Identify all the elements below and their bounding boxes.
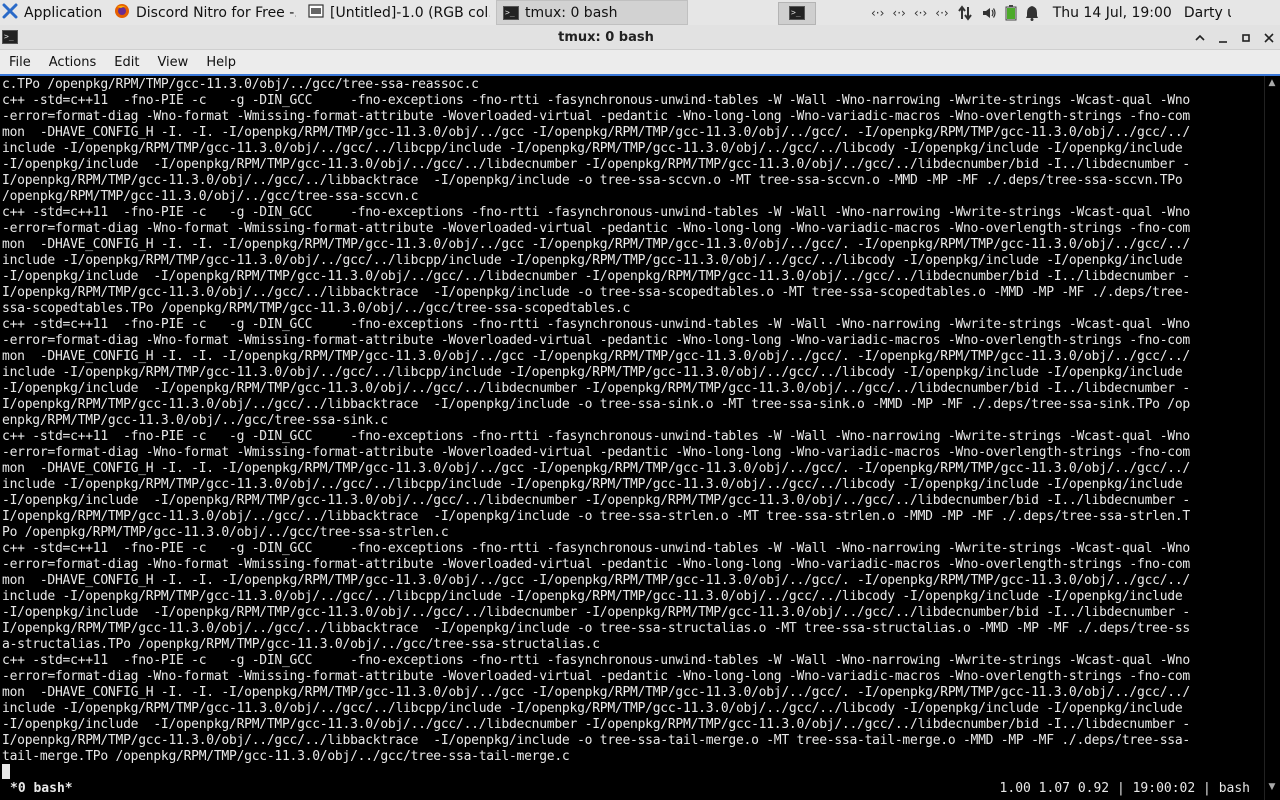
terminal-line: a-structalias.TPo /openpkg/RPM/TMP/gcc-1… [2,637,600,652]
taskbar-item-gimp[interactable]: [Untitled]-1.0 (RGB col... [302,0,496,25]
terminal-line: include -I/openpkg/RPM/TMP/gcc-11.3.0/ob… [2,253,1183,268]
window-controls [1188,25,1280,50]
terminal-line: include -I/openpkg/RPM/TMP/gcc-11.3.0/ob… [2,589,1183,604]
terminal-line: -I/openpkg/include -I/openpkg/RPM/TMP/gc… [2,493,1190,508]
xfce-logo-icon [2,3,18,23]
terminal-view[interactable]: c.TPo /openpkg/RPM/TMP/gcc-11.3.0/obj/..… [0,74,1280,800]
terminal-line: tail-merge.TPo /openpkg/RPM/TMP/gcc-11.3… [2,749,570,764]
notification-bell-icon[interactable] [1025,5,1039,21]
terminal-line: c++ -std=c++11 -fno-PIE -c -g -DIN_GCC -… [2,653,1190,668]
volume-icon[interactable] [981,5,997,21]
terminal-icon: >_ [503,5,519,20]
applications-label: Applications [24,4,102,21]
terminal-line: -I/openpkg/include -I/openpkg/RPM/TMP/gc… [2,717,1190,732]
menubar: File Actions Edit View Help [0,50,1280,74]
terminal-line: include -I/openpkg/RPM/TMP/gcc-11.3.0/ob… [2,365,1183,380]
clock[interactable]: Thu 14 Jul, 19:00 [1053,5,1172,21]
terminal-icon: >_ [789,6,805,20]
terminal-line: include -I/openpkg/RPM/TMP/gcc-11.3.0/ob… [2,701,1183,716]
terminal-line: I/openpkg/RPM/TMP/gcc-11.3.0/obj/../gcc/… [2,173,1183,188]
scroll-up-arrow-icon[interactable]: ▲ [1264,76,1280,90]
terminal-line: I/openpkg/RPM/TMP/gcc-11.3.0/obj/../gcc/… [2,397,1190,412]
network-icon[interactable]: ‹·› [892,6,905,20]
window-titlebar[interactable]: >_ tmux: 0 bash [0,25,1280,50]
terminal-line: mon -DHAVE_CONFIG_H -I. -I. -I/openpkg/R… [2,237,1190,252]
battery-icon[interactable] [1005,4,1017,21]
transfer-icon[interactable] [957,4,973,21]
terminal-line: mon -DHAVE_CONFIG_H -I. -I. -I/openpkg/R… [2,461,1190,476]
window-title: tmux: 0 bash [558,29,654,45]
gimp-icon [308,3,324,23]
terminal-line: -error=format-diag -Wno-format -Wmissing… [2,333,1190,348]
terminal-line: I/openpkg/RPM/TMP/gcc-11.3.0/obj/../gcc/… [2,285,1190,300]
terminal-line: /openpkg/RPM/TMP/gcc-11.3.0/obj/../gcc/t… [2,189,419,204]
taskbar-item-label: [Untitled]-1.0 (RGB col... [330,4,490,21]
terminal-line: -error=format-diag -Wno-format -Wmissing… [2,221,1190,236]
network-icon[interactable]: ‹·› [871,6,884,20]
terminal-line: mon -DHAVE_CONFIG_H -I. -I. -I/openpkg/R… [2,685,1190,700]
top-panel: Applications Discord Nitro for Free -...… [0,0,1280,25]
terminal-scrollbar[interactable]: ▲ ▼ [1264,76,1280,800]
taskbar-item-discord[interactable]: Discord Nitro for Free -... [108,0,302,25]
applications-menu[interactable]: Applications [0,0,108,25]
terminal-line: I/openpkg/RPM/TMP/gcc-11.3.0/obj/../gcc/… [2,733,1190,748]
taskbar-item-label: Discord Nitro for Free -... [136,4,296,21]
terminal-line: c.TPo /openpkg/RPM/TMP/gcc-11.3.0/obj/..… [2,77,479,92]
terminal-line: I/openpkg/RPM/TMP/gcc-11.3.0/obj/../gcc/… [2,509,1190,524]
tmux-status-bar: *0 bash* 1.00 1.07 0.92 | 19:00:02 | bash [0,780,1264,798]
tmux-status-right: 1.00 1.07 0.92 | 19:00:02 | bash [999,781,1250,796]
terminal-line: ssa-scopedtables.TPo /openpkg/RPM/TMP/gc… [2,301,631,316]
workspace-switcher[interactable]: >_ [778,1,816,25]
menu-help[interactable]: Help [197,50,245,74]
terminal-cursor [2,764,10,779]
terminal-line: enpkg/RPM/TMP/gcc-11.3.0/obj/../gcc/tree… [2,413,388,428]
system-tray: ‹·› ‹·› ‹·› ‹·› [871,0,1039,25]
terminal-line: -error=format-diag -Wno-format -Wmissing… [2,557,1190,572]
maximize-icon[interactable] [1234,25,1257,50]
terminal-line: include -I/openpkg/RPM/TMP/gcc-11.3.0/ob… [2,141,1183,156]
menu-file[interactable]: File [0,50,40,74]
terminal-line: include -I/openpkg/RPM/TMP/gcc-11.3.0/ob… [2,477,1183,492]
terminal-line: c++ -std=c++11 -fno-PIE -c -g -DIN_GCC -… [2,541,1190,556]
terminal-line: c++ -std=c++11 -fno-PIE -c -g -DIN_GCC -… [2,205,1190,220]
terminal-line: -error=format-diag -Wno-format -Wmissing… [2,109,1190,124]
chevron-up-icon[interactable] [1188,25,1211,50]
scroll-down-arrow-icon[interactable]: ▼ [1264,780,1280,794]
menu-edit[interactable]: Edit [105,50,148,74]
terminal-line: c++ -std=c++11 -fno-PIE -c -g -DIN_GCC -… [2,93,1190,108]
minimize-icon[interactable] [1211,25,1234,50]
terminal-line: c++ -std=c++11 -fno-PIE -c -g -DIN_GCC -… [2,317,1190,332]
terminal-line: -I/openpkg/include -I/openpkg/RPM/TMP/gc… [2,269,1190,284]
terminal-line: mon -DHAVE_CONFIG_H -I. -I. -I/openpkg/R… [2,125,1190,140]
terminal-output: c.TPo /openpkg/RPM/TMP/gcc-11.3.0/obj/..… [2,77,1260,765]
taskbar-item-tmux[interactable]: >_ tmux: 0 bash [496,0,688,25]
terminal-line: -error=format-diag -Wno-format -Wmissing… [2,669,1190,684]
terminal-line: -I/openpkg/include -I/openpkg/RPM/TMP/gc… [2,605,1190,620]
terminal-line: Po /openpkg/RPM/TMP/gcc-11.3.0/obj/../gc… [2,525,449,540]
taskbar-item-label: tmux: 0 bash [525,4,618,21]
firefox-icon [114,3,130,23]
terminal-line: mon -DHAVE_CONFIG_H -I. -I. -I/openpkg/R… [2,573,1190,588]
menu-actions[interactable]: Actions [40,50,106,74]
close-icon[interactable] [1257,25,1280,50]
terminal-line: -I/openpkg/include -I/openpkg/RPM/TMP/gc… [2,381,1190,396]
terminal-line: c++ -std=c++11 -fno-PIE -c -g -DIN_GCC -… [2,429,1190,444]
terminal-line: -error=format-diag -Wno-format -Wmissing… [2,445,1190,460]
terminal-line: mon -DHAVE_CONFIG_H -I. -I. -I/openpkg/R… [2,349,1190,364]
network-icon[interactable]: ‹·› [914,6,927,20]
user-menu[interactable]: Darty uwu [1184,5,1231,21]
terminal-line: -I/openpkg/include -I/openpkg/RPM/TMP/gc… [2,157,1190,172]
network-icon[interactable]: ‹·› [935,6,948,20]
menu-view[interactable]: View [148,50,197,74]
tmux-window-tab[interactable]: *0 bash* [10,781,73,796]
terminal-line: I/openpkg/RPM/TMP/gcc-11.3.0/obj/../gcc/… [2,621,1190,636]
